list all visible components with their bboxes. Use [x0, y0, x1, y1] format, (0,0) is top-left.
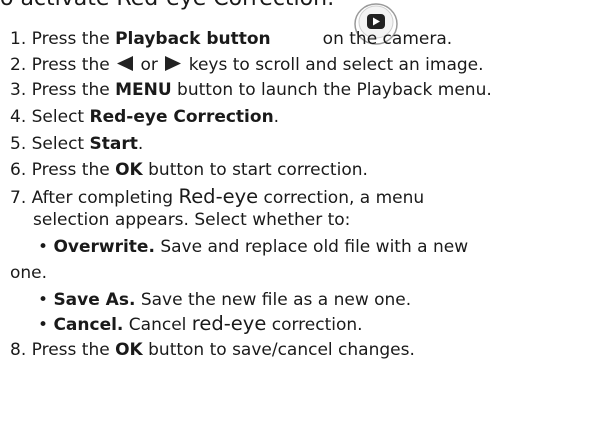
page-heading: o activate Red-eye Correction:	[0, 0, 334, 11]
step-7: 7. After completing Red-eye correction, …	[10, 185, 425, 209]
step-7-continuation: selection appears. Select whether to:	[33, 210, 351, 230]
option-overwrite-continuation: one.	[10, 263, 48, 283]
right-arrow-key-icon	[165, 56, 182, 71]
step-5: 5. Select Start.	[10, 134, 144, 154]
step-1: 1. Press the Playback button on the camer…	[10, 29, 453, 49]
option-overwrite: • Overwrite. Save and replace old file w…	[38, 237, 469, 257]
step-4: 4. Select Red-eye Correction.	[10, 107, 280, 127]
step-6: 6. Press the OK button to start correcti…	[10, 160, 368, 180]
step-2: 2. Press the or keys to scroll and selec…	[10, 55, 484, 75]
option-save-as: • Save As. Save the new file as a new on…	[38, 290, 412, 310]
step-3: 3. Press the MENU button to launch the P…	[10, 80, 492, 100]
step-8: 8. Press the OK button to save/cancel ch…	[10, 340, 415, 360]
left-arrow-key-icon	[117, 56, 134, 71]
option-cancel: • Cancel. Cancel red-eye correction.	[38, 312, 363, 336]
